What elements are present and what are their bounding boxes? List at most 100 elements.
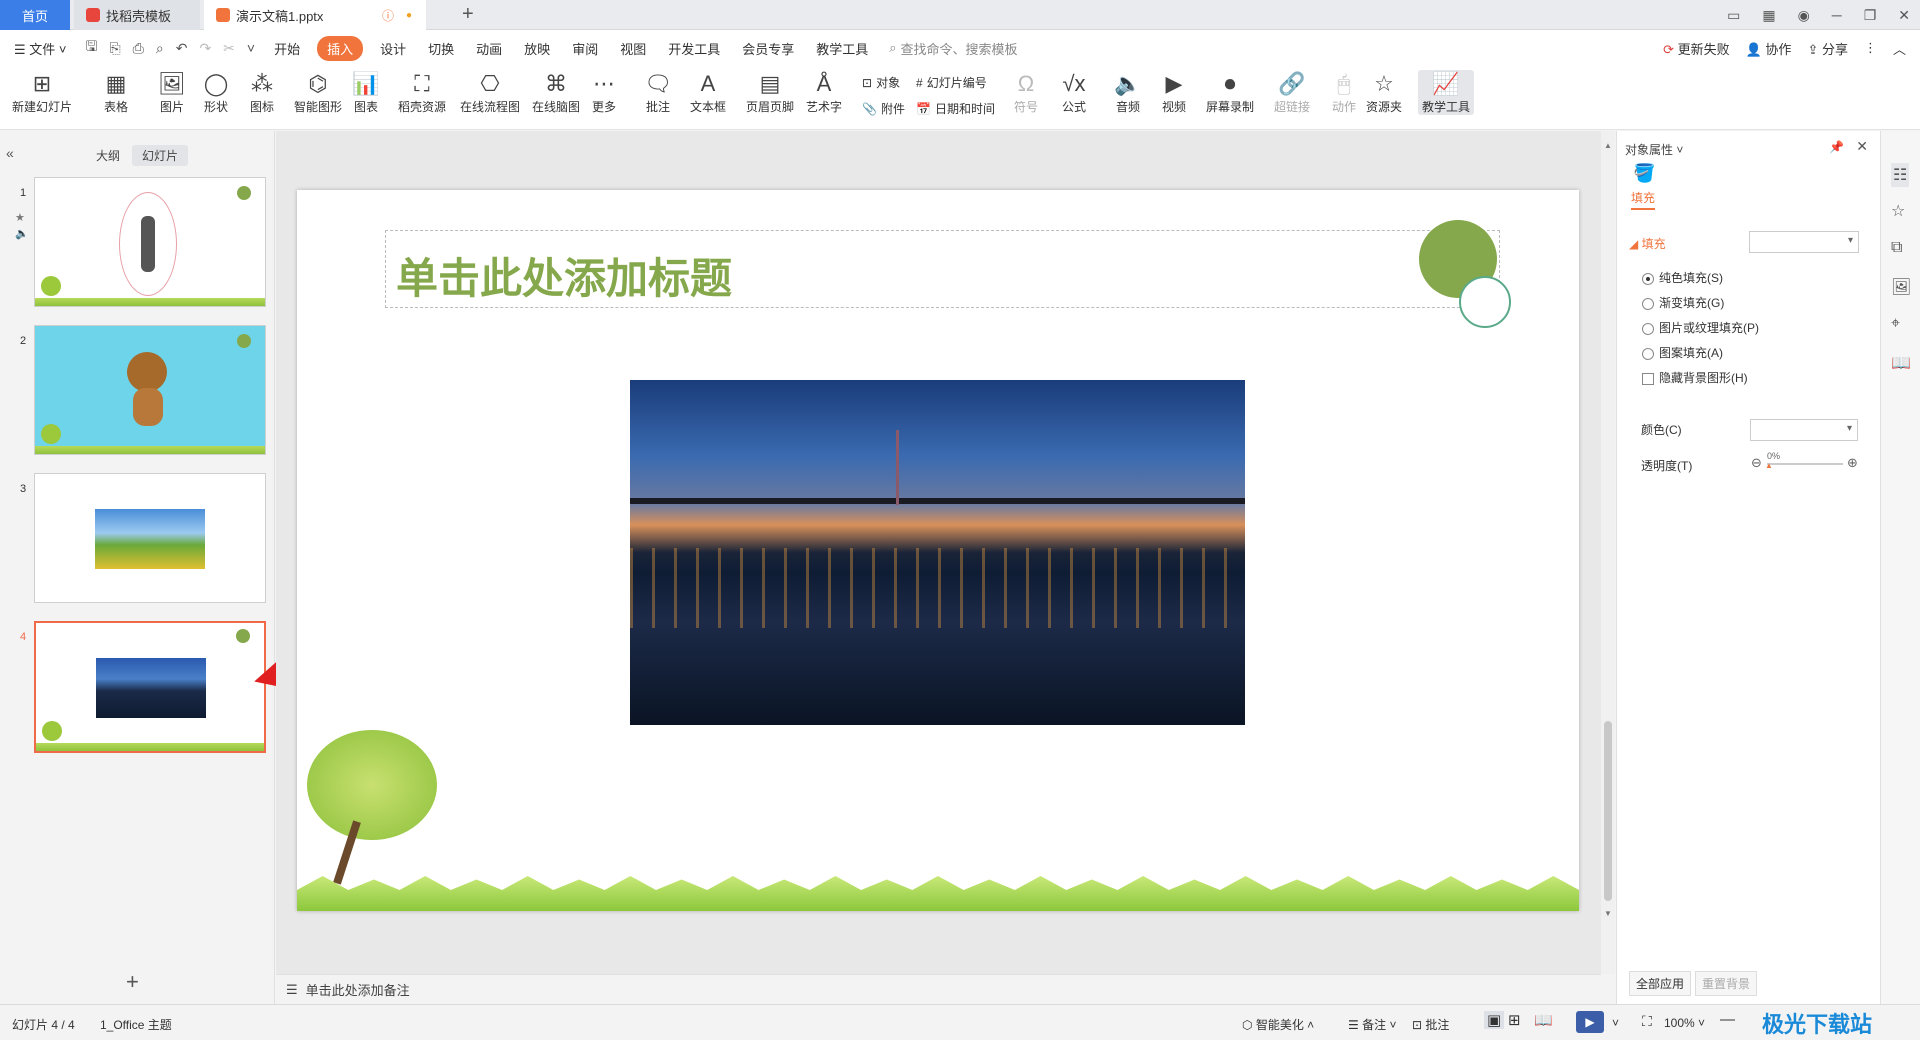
object-button[interactable]: ⊡ 对象 (862, 74, 900, 91)
theme-name[interactable]: 1_Office 主题 (100, 1016, 172, 1033)
comment-button[interactable]: 🗨 批注 (644, 70, 672, 115)
hyperlink-button[interactable]: 🔗 超链接 (1274, 70, 1310, 115)
export-pdf-icon[interactable]: ⎘ (109, 40, 120, 57)
notes-pane[interactable]: ☰ 单击此处添加备注 (276, 974, 1601, 1004)
tab-slides[interactable]: 幻灯片 (132, 145, 189, 166)
save-icon[interactable]: 🖫 (86, 36, 98, 60)
close-window-button[interactable]: ✕ (1898, 7, 1910, 24)
textbox-button[interactable]: A 文本框 (690, 70, 726, 115)
fit-window-icon[interactable]: ⛶ (1642, 1013, 1652, 1030)
formula-button[interactable]: √x 公式 (1060, 70, 1088, 115)
close-panel-icon[interactable]: ✕ (1856, 138, 1868, 155)
hide-bg-checkbox[interactable]: 隐藏背景图形(H) (1642, 369, 1748, 386)
radio-picture-fill[interactable]: 图片或纹理填充(P) (1642, 319, 1759, 336)
slide-thumb-2[interactable] (34, 325, 266, 455)
restore-button[interactable]: ❐ (1864, 7, 1877, 24)
menu-teaching[interactable]: 教学工具 (805, 39, 879, 58)
header-footer-button[interactable]: ▤ 页眉页脚 (746, 70, 794, 115)
video-button[interactable]: ▶ 视频 (1160, 70, 1188, 115)
pin-icon[interactable]: 📌 (1829, 140, 1844, 154)
audio-button[interactable]: 🔈 音频 (1114, 70, 1142, 115)
customize-chevron-icon[interactable]: ˅ (247, 40, 255, 56)
radio-pattern-fill[interactable]: 图案填充(A) (1642, 344, 1723, 361)
symbol-button[interactable]: Ω 符号 (1012, 70, 1040, 115)
tab-templates[interactable]: 找稻壳模板 (74, 0, 200, 30)
print-preview-icon[interactable]: ⌕ (156, 40, 164, 57)
slider-handle[interactable]: ▲ (1765, 461, 1773, 470)
slide-current[interactable]: 单击此处添加标题 (297, 190, 1579, 911)
undo-icon[interactable]: ↶ (176, 40, 188, 57)
menu-start[interactable]: 开始 (263, 39, 311, 58)
apply-all-button[interactable]: 全部应用 (1629, 971, 1692, 996)
new-slide-button[interactable]: ⊞ 新建幻灯片 (12, 70, 72, 115)
flowchart-button[interactable]: ⎔ 在线流程图 (460, 70, 520, 115)
color-dropdown[interactable] (1750, 419, 1858, 441)
title-placeholder-box[interactable]: 单击此处添加标题 (385, 230, 1500, 308)
menu-member[interactable]: 会员专享 (731, 39, 805, 58)
slides-switch-icon[interactable]: ⧉ (1891, 239, 1902, 257)
slide-number-button[interactable]: # 幻灯片编号 (916, 74, 987, 91)
picture-tool-icon[interactable]: 🖼 (1891, 277, 1911, 297)
slide-thumb-3[interactable] (34, 473, 266, 603)
format-painter-icon[interactable]: ✂ (223, 40, 235, 57)
comment-status-button[interactable]: ⊡ 批注 (1412, 1016, 1449, 1033)
attachment-button[interactable]: 📎 附件 (862, 100, 905, 117)
collapse-ribbon-icon[interactable]: ︿ (1893, 39, 1906, 58)
avatar[interactable]: ◉ (1798, 7, 1810, 24)
smart-art-button[interactable]: ⌬ 智能图形 (294, 70, 342, 115)
table-button[interactable]: ▦ 表格 (102, 70, 130, 115)
menu-review[interactable]: 审阅 (561, 39, 609, 58)
menu-view[interactable]: 视图 (609, 39, 657, 58)
add-slide-button[interactable]: + (126, 969, 139, 995)
mindmap-button[interactable]: ⌘ 在线脑图 (532, 70, 580, 115)
scroll-thumb[interactable] (1604, 721, 1612, 901)
play-options-chevron-icon[interactable]: ˅ (1612, 1016, 1619, 1030)
scroll-down-icon[interactable]: ▼ (1604, 909, 1612, 918)
menu-design[interactable]: 设计 (369, 39, 417, 58)
notes-button[interactable]: ☰ 备注 ˅ (1348, 1016, 1396, 1033)
fill-section-header[interactable]: ◢ 填充 (1629, 235, 1666, 252)
chart-button[interactable]: 📊 图表 (352, 70, 380, 115)
menu-developer[interactable]: 开发工具 (657, 39, 731, 58)
share-button[interactable]: ⇪ 分享 (1807, 39, 1848, 58)
zoom-out-icon[interactable]: — (1720, 1011, 1735, 1028)
transparency-slider[interactable] (1767, 463, 1843, 465)
menu-insert[interactable]: 插入 (317, 35, 364, 61)
command-search[interactable]: ⌕ 查找命令、搜索模板 (889, 39, 1017, 58)
play-slideshow-button[interactable]: ▶ (1576, 1011, 1604, 1033)
bridge-photo[interactable] (630, 380, 1245, 725)
more-button[interactable]: ⋯ 更多 (590, 70, 618, 115)
picture-button[interactable]: 🖼 图片 (158, 70, 186, 115)
menu-slideshow[interactable]: 放映 (513, 39, 561, 58)
icon-button[interactable]: ⁂ 图标 (248, 70, 276, 115)
minimize-button[interactable]: ─ (1832, 7, 1842, 23)
slide-thumb-4[interactable] (34, 621, 266, 753)
radio-solid-fill[interactable]: 纯色填充(S) (1642, 269, 1723, 286)
warning-icon[interactable]: ⓘ (382, 7, 394, 24)
print-icon[interactable]: ⎙ (133, 40, 144, 57)
redo-icon[interactable]: ↷ (199, 40, 211, 57)
shape-button[interactable]: ◯ 形状 (202, 70, 230, 115)
tab-outline[interactable]: 大纲 (86, 145, 130, 166)
file-menu[interactable]: ☰ 文件 ˅ (0, 39, 78, 58)
vertical-scrollbar[interactable]: ▲ ▼ (1601, 131, 1615, 974)
zoom-level[interactable]: 100% ˅ (1664, 1016, 1705, 1030)
fill-bucket-icon[interactable]: 🪣 (1633, 163, 1655, 184)
screen-record-button[interactable]: ⏺ 屏幕录制 (1206, 70, 1254, 115)
fill-type-dropdown[interactable] (1749, 231, 1859, 253)
slide-title[interactable]: 单击此处添加标题 (396, 245, 732, 306)
tab-home[interactable]: 首页 (0, 0, 70, 30)
animation-icon[interactable]: ☆ (1891, 201, 1905, 221)
docer-resource-button[interactable]: ⛶ 稻壳资源 (398, 70, 446, 115)
minus-icon[interactable]: ⊖ (1751, 455, 1762, 471)
collab-button[interactable]: 👤 协作 (1746, 39, 1792, 58)
sorter-view-icon[interactable]: ⊞ (1508, 1011, 1521, 1029)
radio-gradient-fill[interactable]: 渐变填充(G) (1642, 294, 1724, 311)
datetime-button[interactable]: 📅 日期和时间 (916, 100, 995, 117)
normal-view-icon[interactable]: ▣ (1484, 1011, 1505, 1029)
slide-thumb-1[interactable] (34, 177, 266, 307)
reset-bg-button[interactable]: 重置背景 (1695, 971, 1758, 996)
resource-folder-button[interactable]: ☆ 资源夹 (1366, 70, 1402, 115)
apps-grid-icon[interactable]: ▦ (1762, 7, 1775, 24)
smart-beautify-button[interactable]: ⬡ 智能美化 ˄ (1242, 1016, 1314, 1033)
